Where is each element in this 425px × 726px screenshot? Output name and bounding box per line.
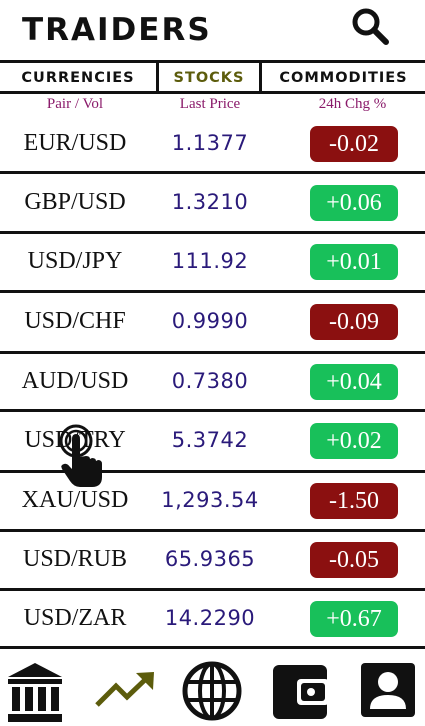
- pair-label: GBP/USD: [24, 188, 126, 215]
- tab-stocks[interactable]: STOCKS: [159, 63, 259, 91]
- change-badge: +0.67: [310, 600, 398, 637]
- bottom-navigation: [0, 652, 425, 726]
- tab-commodities[interactable]: COMMODITIES: [262, 63, 425, 91]
- pair-label: USD/RUB: [22, 546, 128, 572]
- change-badge: +0.04: [310, 363, 398, 400]
- quote-row[interactable]: USD/CHF 0.9990 -0.09: [0, 293, 425, 354]
- quote-row[interactable]: USD/ZAR 14.2290 +0.67: [0, 591, 425, 649]
- column-header-price: Last Price: [179, 96, 241, 112]
- quote-row[interactable]: GBP/USD 1.3210 +0.06: [0, 174, 425, 234]
- quote-row[interactable]: AUD/USD 0.7380 +0.04: [0, 354, 425, 412]
- last-price: 0.7380: [171, 368, 249, 393]
- tap-gesture-icon: [59, 424, 102, 487]
- account-icon[interactable]: [360, 662, 416, 718]
- pair-label: AUD/USD: [21, 367, 129, 394]
- bank-icon[interactable]: [6, 661, 64, 723]
- trending-up-icon[interactable]: [94, 670, 156, 710]
- change-badge: +0.01: [310, 244, 398, 280]
- wallet-icon[interactable]: [271, 663, 331, 721]
- last-price: 1.1377: [171, 131, 249, 155]
- last-price: 1,293.54: [161, 488, 259, 512]
- market-tabs: CURRENCIES STOCKS COMMODITIES: [0, 60, 425, 94]
- search-icon[interactable]: [350, 6, 390, 46]
- pair-label: XAU/USD: [21, 487, 129, 513]
- tab-currencies[interactable]: CURRENCIES: [0, 63, 156, 91]
- pair-label: USD/CHF: [24, 308, 126, 334]
- pair-label: USD/JPY: [27, 248, 123, 274]
- column-header-change: 24h Chg %: [318, 96, 387, 112]
- change-badge: +0.02: [310, 423, 398, 459]
- last-price: 65.9365: [164, 547, 256, 571]
- app-title: TRAIDERS: [22, 12, 212, 48]
- pair-label: USD/ZAR: [23, 604, 127, 631]
- change-badge: +0.06: [310, 184, 398, 221]
- quote-row[interactable]: USD/JPY 111.92 +0.01: [0, 234, 425, 293]
- last-price: 1.3210: [171, 189, 249, 214]
- quote-row[interactable]: USD/RUB 65.9365 -0.05: [0, 532, 425, 591]
- change-badge: -0.09: [310, 304, 398, 340]
- quote-row[interactable]: EUR/USD 1.1377 -0.02: [0, 117, 425, 174]
- globe-icon[interactable]: [181, 660, 243, 722]
- change-badge: -0.05: [310, 542, 398, 578]
- last-price: 5.3742: [171, 428, 249, 452]
- last-price: 0.9990: [171, 309, 249, 333]
- column-header-pair: Pair / Vol: [46, 96, 104, 112]
- last-price: 14.2290: [164, 605, 256, 630]
- change-badge: -0.02: [310, 126, 398, 162]
- last-price: 111.92: [171, 249, 249, 273]
- change-badge: -1.50: [310, 483, 398, 519]
- app-header: TRAIDERS: [0, 0, 425, 60]
- pair-label: EUR/USD: [23, 130, 127, 156]
